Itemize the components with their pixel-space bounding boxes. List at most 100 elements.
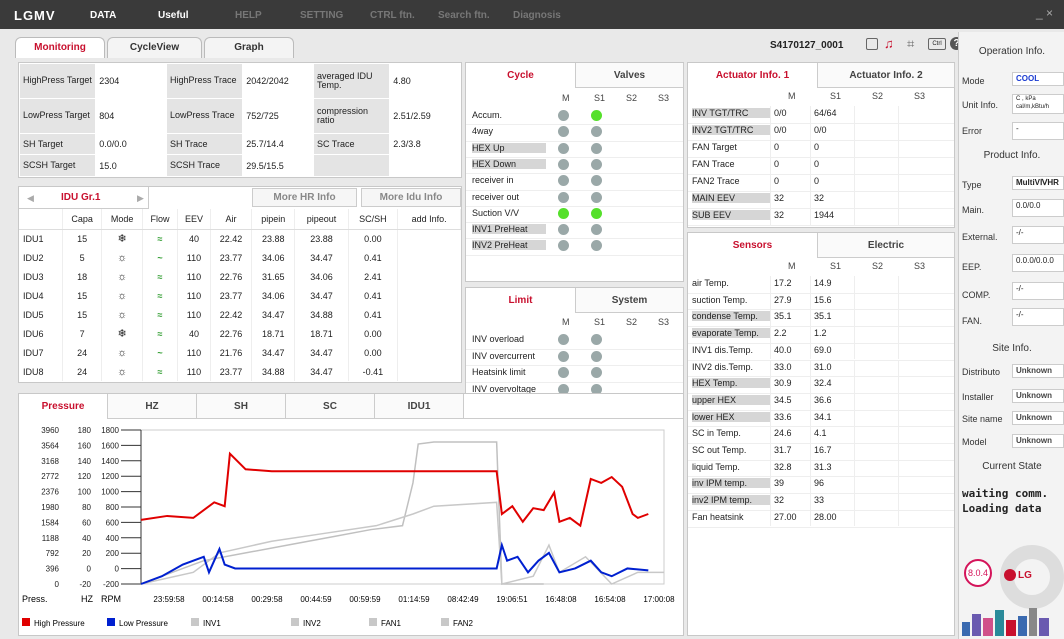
tab-cycle[interactable]: Cycle (466, 63, 576, 88)
state-text-1: waiting comm. (962, 487, 1049, 500)
sensor-value: 30.9 (774, 378, 792, 389)
table-row[interactable]: IDU6 7 ❄ ≈40 22.76 18.71 18.71 0.00 (19, 324, 461, 343)
idu-cell: 34.06 (294, 267, 349, 286)
sensor-value: 64/64 (814, 108, 837, 118)
table-row[interactable]: IDU3 18 ☼ ≈110 22.76 31.65 34.06 2.41 (19, 267, 461, 286)
window-controls[interactable]: _ × (1036, 6, 1053, 20)
table-row[interactable]: IDU8 24 ☼ ≈110 23.77 34.88 34.47 -0.41 (19, 362, 461, 381)
x-tick-label: 16:48:08 (545, 595, 577, 604)
x-tick-label: 23:59:58 (153, 595, 185, 604)
col-header: S2 (626, 317, 638, 327)
menu-diagnosis[interactable]: Diagnosis (513, 10, 561, 21)
status-row-label: INV overvoltage (472, 383, 537, 394)
sensor-value: 0 (774, 159, 780, 169)
col-header: S2 (872, 91, 884, 101)
tab-cycleview[interactable]: CycleView (107, 37, 202, 58)
tab-monitoring[interactable]: Monitoring (15, 37, 105, 58)
sensor-value: 34.5 (774, 394, 792, 405)
next-arrow-icon[interactable]: ▶ (137, 193, 144, 204)
idu-cell: 22.42 (210, 229, 252, 248)
status-dot (558, 240, 569, 252)
tab-limit[interactable]: Limit (466, 288, 576, 313)
menu-help[interactable]: HELP (235, 10, 262, 21)
y-tick-label: -200 (103, 580, 120, 589)
x-tick-label: 08:42:49 (447, 595, 479, 604)
y-tick-label: 200 (106, 549, 120, 558)
status-dot (591, 158, 602, 170)
idu-cell: 23.77 (210, 362, 252, 381)
target-label: averaged IDU Temp. (312, 63, 391, 99)
error-value: - (1012, 122, 1064, 140)
idu-cell: ☼ (101, 305, 144, 324)
tab-graph[interactable]: Graph (204, 37, 294, 58)
idu-header (19, 209, 64, 230)
target-label: SCSH Target (18, 154, 97, 177)
more-idu-info-button[interactable]: More Idu Info (361, 188, 461, 207)
col-header: M (788, 91, 796, 101)
target-value: 4.80 (389, 63, 461, 99)
tab-actuator-1[interactable]: Actuator Info. 1 (688, 63, 818, 88)
sensor-value: 32 (774, 193, 785, 203)
menu-ctrl[interactable]: CTRL ftn. (370, 10, 415, 21)
tab-actuator-2[interactable]: Actuator Info. 2 (818, 63, 955, 88)
table-row[interactable]: IDU5 15 ☼ ≈110 22.42 34.47 34.88 0.41 (19, 305, 461, 324)
target-value: 29.5/15.5 (242, 154, 314, 177)
y-tick-label: 80 (82, 503, 91, 512)
menu-useful[interactable]: Useful (158, 10, 189, 21)
idu-cell: IDU1 (19, 229, 64, 248)
app-logo: LGMV (14, 8, 56, 23)
x-tick-label: 01:14:59 (398, 595, 430, 604)
graph-tab-sc[interactable]: SC (286, 394, 375, 419)
graph-tab-idu1[interactable]: IDU1 (375, 394, 464, 419)
current-state-title: Current State (982, 461, 1042, 472)
table-row[interactable]: IDU7 24 ☼ ~110 21.76 34.47 34.47 0.00 (19, 343, 461, 362)
tab-electric[interactable]: Electric (818, 233, 955, 258)
tab-valves[interactable]: Valves (576, 63, 684, 88)
y-tick-label: 2376 (41, 488, 59, 497)
y-tick-label: 1800 (101, 426, 119, 435)
sensor-value: 2.2 (774, 328, 787, 339)
sensor-value: 33.0 (774, 361, 792, 372)
tab-system[interactable]: System (576, 288, 684, 313)
idu-cell: IDU7 (19, 343, 64, 362)
bell-icon[interactable]: ♫ (884, 36, 894, 51)
type-label: Type (962, 180, 982, 190)
col-header: S1 (830, 91, 842, 101)
idu-cell: 7 (62, 324, 103, 343)
site-name-value: Unknown (1012, 411, 1064, 425)
prev-arrow-icon[interactable]: ◀ (27, 193, 34, 204)
status-dot (558, 175, 569, 187)
sensor-value: 96 (814, 478, 825, 489)
idu-cell: 31.65 (251, 267, 296, 286)
x-tick-label: 19:06:51 (496, 595, 528, 604)
graph-tab-hz[interactable]: HZ (108, 394, 197, 419)
crop-icon[interactable]: ⌗ (907, 36, 914, 52)
model-label: Model (962, 437, 987, 447)
table-row[interactable]: IDU4 15 ☼ ≈110 23.77 34.06 34.47 0.41 (19, 286, 461, 305)
tab-sensors[interactable]: Sensors (688, 233, 818, 258)
table-row[interactable]: IDU1 15 ❄ ≈40 22.42 23.88 23.88 0.00 (19, 229, 461, 248)
sensor-label: liquid Temp. (692, 461, 740, 472)
menu-setting[interactable]: SETTING (300, 10, 343, 21)
sensor-value: 0 (814, 142, 820, 152)
keyboard-icon[interactable]: Ctrl (928, 38, 946, 50)
target-value: 2.51/2.59 (389, 97, 461, 134)
graph-tab-sh[interactable]: SH (197, 394, 286, 419)
sensor-value: 1.2 (814, 328, 827, 339)
idu-cell: ≈ (142, 305, 178, 324)
actuator-panel: Actuator Info. 1 Actuator Info. 2 M S1 S2 S… (687, 62, 955, 228)
sensor-value: 32 (814, 193, 825, 203)
status-dot (591, 142, 602, 154)
menu-data[interactable]: DATA (90, 10, 116, 21)
y-tick-label: 400 (106, 534, 120, 543)
menu-search[interactable]: Search ftn. (438, 10, 490, 21)
y-tick-label: 3960 (41, 426, 59, 435)
table-row[interactable]: IDU2 5 ☼ ~110 23.77 34.06 34.47 0.41 (19, 248, 461, 267)
y-tick-label: 2772 (41, 472, 59, 481)
city-illustration (960, 604, 1060, 636)
sensor-value: 0 (774, 142, 780, 152)
more-hr-info-button[interactable]: More HR Info (252, 188, 357, 207)
idu-cell: 5 (62, 248, 103, 267)
graph-tab-pressure[interactable]: Pressure (19, 394, 108, 419)
save-icon[interactable] (866, 38, 878, 50)
